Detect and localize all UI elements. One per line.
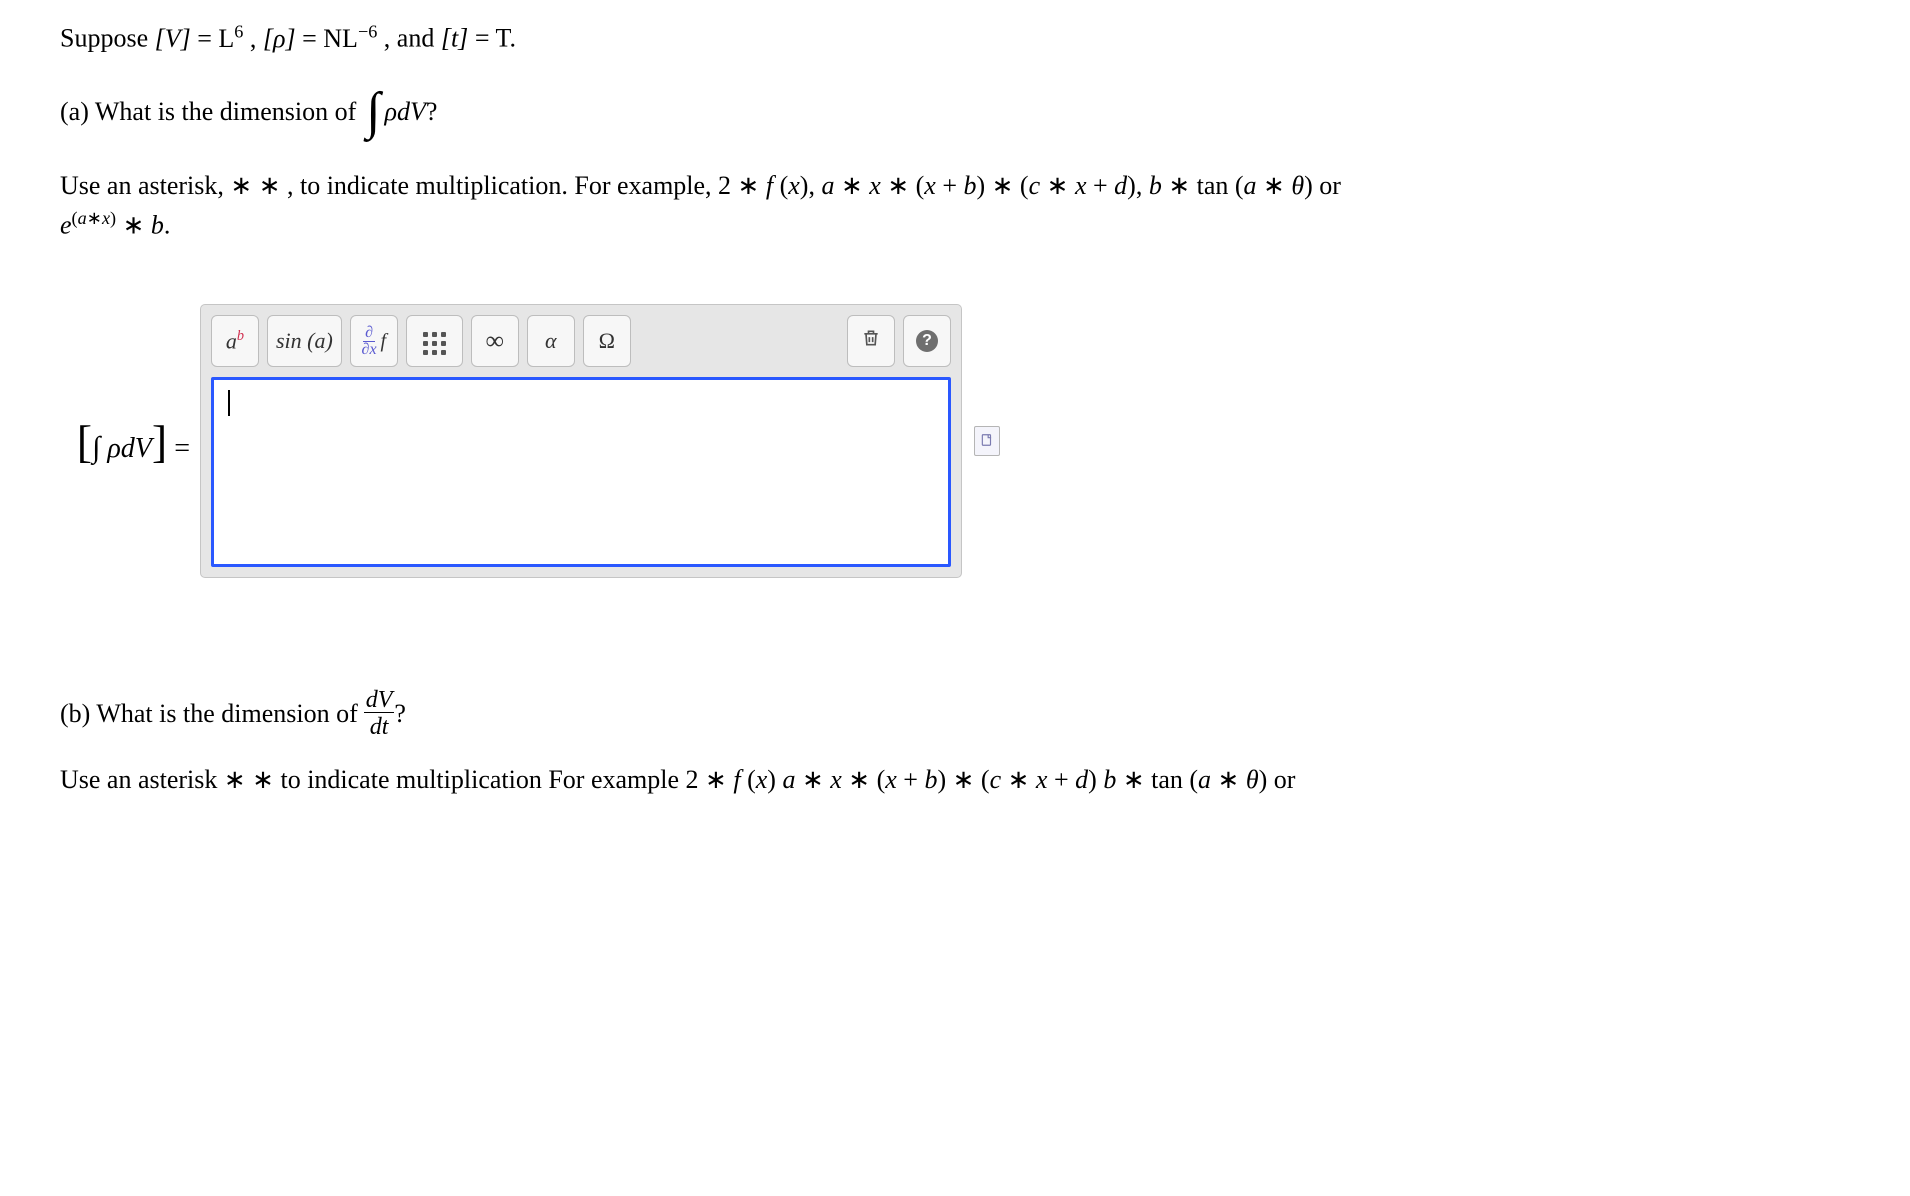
sin-button[interactable]: sin (a) [267, 315, 342, 367]
text-caret [228, 390, 230, 416]
alpha-button[interactable]: α [527, 315, 575, 367]
integrand-a: ρdV? [385, 97, 438, 127]
part-a-prefix: (a) What is the dimension of [60, 97, 356, 127]
preview-button[interactable] [974, 426, 1000, 456]
help-button[interactable]: ? [903, 315, 951, 367]
hint-line-1: Use an asterisk, ∗ ∗ , to indicate multi… [60, 166, 1800, 205]
suppose-line: Suppose [V] = L6 , [ρ] = NL−6 , and [t] … [60, 18, 1800, 58]
exponent-button[interactable]: ab [211, 315, 259, 367]
clear-button[interactable] [847, 315, 895, 367]
suppose-prefix: Suppose [60, 24, 155, 53]
math-editor-widget: ab sin (a) ∂ ∂x f [200, 304, 962, 578]
help-icon: ? [916, 330, 938, 352]
part-b-question: (b) What is the dimension of dV dt ? [60, 688, 1800, 739]
omega-button[interactable]: Ω [583, 315, 631, 367]
t-eq: , and [t] = T. [384, 24, 516, 53]
hint-b-cutoff: Use an asterisk ∗ ∗ to indicate multipli… [60, 765, 1800, 795]
trash-icon [861, 327, 881, 355]
hint-line-2: e(a∗x) ∗ b. [60, 205, 1800, 245]
preview-icon [980, 426, 994, 456]
V-eq: [V] = L6 [155, 24, 250, 53]
answer-widget-wrap: ab sin (a) ∂ ∂x f [200, 304, 1000, 578]
part-b-prefix: (b) What is the dimension of [60, 699, 358, 729]
editor-toolbar: ab sin (a) ∂ ∂x f [201, 305, 961, 377]
answer-label-a: [∫ ρdV] = [60, 415, 190, 468]
rho-eq: , [ρ] = NL−6 [250, 24, 377, 53]
math-input-area[interactable] [211, 377, 951, 567]
dV-dt-fraction: dV dt [364, 688, 395, 739]
matrix-button[interactable] [406, 315, 463, 367]
question-page: Suppose [V] = L6 , [ρ] = NL−6 , and [t] … [0, 0, 1800, 795]
infinity-button[interactable]: ∞ [471, 315, 519, 367]
derivative-button[interactable]: ∂ ∂x f [350, 315, 398, 367]
part-a-question: (a) What is the dimension of ∫ ρdV? [60, 86, 1800, 138]
answer-row-a: [∫ ρdV] = ab sin (a) ∂ ∂x [60, 304, 1800, 578]
integral-symbol: ∫ [362, 86, 384, 138]
